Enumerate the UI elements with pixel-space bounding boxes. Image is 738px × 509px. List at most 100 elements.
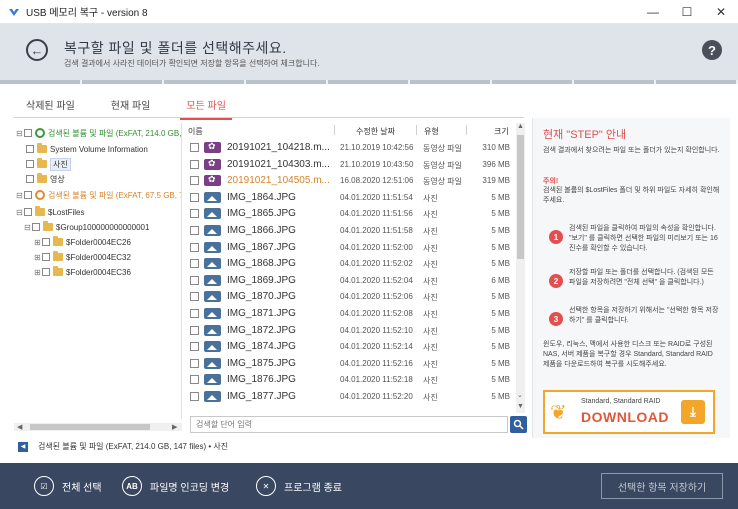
table-row[interactable]: IMG_1866.JPG 04.01.2020 11:51:58 사진 5 MB bbox=[184, 222, 514, 239]
select-all-button[interactable]: ☑ 전체 선택 bbox=[34, 476, 102, 496]
row-checkbox[interactable] bbox=[190, 209, 199, 219]
row-checkbox[interactable] bbox=[190, 259, 199, 269]
table-row[interactable]: IMG_1877.JPG 04.01.2020 11:52:20 사진 5 MB bbox=[184, 388, 514, 405]
file-date: 04.01.2020 11:52:02 bbox=[340, 259, 413, 269]
row-checkbox[interactable] bbox=[190, 342, 199, 352]
tree-item-volume2[interactable]: ⊟ 검색된 볼륨 및 파일 (ExFAT, 67.5 GB, 7 bbox=[16, 188, 182, 202]
table-row[interactable]: IMG_1864.JPG 04.01.2020 11:51:54 사진 5 MB bbox=[184, 189, 514, 206]
tree-item-folder[interactable]: ⊞ $Folder0004EC26 bbox=[34, 235, 131, 249]
table-row[interactable]: IMG_1869.JPG 04.01.2020 11:52:04 사진 6 MB bbox=[184, 272, 514, 289]
exit-button[interactable]: ✕ 프로그램 종료 bbox=[256, 476, 342, 496]
tree-checkbox[interactable] bbox=[42, 238, 50, 246]
row-checkbox[interactable] bbox=[190, 325, 199, 335]
tree-checkbox[interactable] bbox=[24, 191, 32, 199]
table-row[interactable]: IMG_1871.JPG 04.01.2020 11:52:08 사진 5 MB bbox=[184, 305, 514, 322]
row-checkbox[interactable] bbox=[190, 143, 199, 152]
collapse-icon[interactable]: ⊟ bbox=[16, 208, 23, 217]
close-button[interactable]: ✕ bbox=[704, 0, 738, 24]
file-name: IMG_1864.JPG bbox=[227, 191, 296, 203]
collapse-panel-icon[interactable]: ◀ bbox=[18, 441, 28, 452]
tree-checkbox[interactable] bbox=[32, 223, 40, 231]
back-button[interactable]: ← bbox=[26, 39, 48, 61]
scroll-down-icon[interactable]: ⌄ bbox=[517, 391, 523, 399]
table-row[interactable]: IMG_1874.JPG 04.01.2020 11:52:14 사진 5 MB bbox=[184, 338, 514, 355]
table-row[interactable]: 20191021_104505.m... 16.08.2020 12:51:06 동… bbox=[184, 172, 514, 189]
file-name: 20191021_104505.m... bbox=[227, 175, 330, 187]
tree-item-photo[interactable]: 사진 bbox=[26, 157, 71, 171]
column-name[interactable]: 이름 bbox=[188, 126, 203, 137]
file-date: 04.01.2020 11:52:04 bbox=[340, 275, 413, 285]
row-checkbox[interactable] bbox=[190, 159, 199, 169]
tree-checkbox[interactable] bbox=[42, 253, 50, 261]
tree-checkbox[interactable] bbox=[42, 268, 50, 276]
column-date[interactable]: 수정한 날짜 bbox=[356, 126, 395, 137]
tree-item-folder[interactable]: ⊞ $Folder0004EC32 bbox=[34, 250, 131, 264]
tree-item-label: 검색된 볼륨 및 파일 (ExFAT, 67.5 GB, 7 bbox=[48, 190, 182, 200]
tree-item-volume1[interactable]: ⊟ 검색된 볼륨 및 파일 (ExFAT, 214.0 GB, 147 file… bbox=[16, 126, 181, 140]
scroll-left-icon[interactable]: ◀ bbox=[17, 423, 22, 431]
row-checkbox[interactable] bbox=[190, 242, 199, 252]
scroll-down-icon[interactable]: ▼ bbox=[517, 403, 524, 410]
maximize-button[interactable]: ☐ bbox=[670, 0, 704, 24]
row-checkbox[interactable] bbox=[190, 192, 199, 202]
row-checkbox[interactable] bbox=[190, 275, 199, 285]
table-row[interactable]: IMG_1876.JPG 04.01.2020 11:52:18 사진 5 MB bbox=[184, 371, 514, 388]
collapse-icon[interactable]: ⊟ bbox=[24, 223, 31, 232]
file-date: 04.01.2020 11:52:06 bbox=[340, 292, 413, 302]
minimize-button[interactable]: — bbox=[636, 0, 670, 24]
row-checkbox[interactable] bbox=[190, 392, 199, 401]
scrollbar-thumb[interactable] bbox=[30, 424, 150, 430]
file-type: 사진 bbox=[423, 326, 438, 336]
search-input[interactable] bbox=[190, 416, 508, 433]
row-checkbox[interactable] bbox=[190, 176, 199, 186]
file-size: 5 MB bbox=[491, 325, 510, 335]
tree-item-group[interactable]: ⊟ $Group100000000000001 bbox=[24, 220, 149, 234]
file-type: 사진 bbox=[423, 376, 438, 386]
tree-checkbox[interactable] bbox=[24, 129, 32, 137]
table-row[interactable]: IMG_1870.JPG 04.01.2020 11:52:06 사진 5 MB bbox=[184, 288, 514, 305]
save-selected-button[interactable]: 선택한 항목 저장하기 bbox=[601, 473, 723, 499]
encoding-button[interactable]: AB 파일명 인코딩 변경 bbox=[122, 476, 229, 496]
expand-icon[interactable]: ⊞ bbox=[34, 238, 41, 247]
tree-horizontal-scrollbar[interactable]: ◀ ▶ bbox=[14, 423, 182, 431]
row-checkbox[interactable] bbox=[190, 226, 199, 235]
tree-checkbox[interactable] bbox=[26, 175, 34, 183]
tree-checkbox[interactable] bbox=[24, 208, 32, 216]
row-checkbox[interactable] bbox=[190, 358, 199, 368]
tree-checkbox[interactable] bbox=[26, 145, 34, 153]
row-checkbox[interactable] bbox=[190, 375, 199, 385]
standard-download-banner[interactable]: ❦ Standard, Standard RAID DOWNLOAD ⤓ bbox=[543, 390, 715, 434]
scroll-up-icon[interactable]: ▲ bbox=[517, 123, 524, 130]
table-row[interactable]: IMG_1865.JPG 04.01.2020 11:51:56 사진 5 MB bbox=[184, 205, 514, 222]
image-file-icon bbox=[204, 225, 221, 236]
expand-icon[interactable]: ⊞ bbox=[34, 253, 41, 262]
table-row[interactable]: IMG_1867.JPG 04.01.2020 11:52:00 사진 5 MB bbox=[184, 239, 514, 256]
scroll-right-icon[interactable]: ▶ bbox=[172, 423, 177, 431]
step-3-icon: 3 bbox=[549, 312, 563, 326]
collapse-icon[interactable]: ⊟ bbox=[16, 129, 23, 138]
help-button[interactable]: ? bbox=[702, 40, 722, 60]
expand-icon[interactable]: ⊞ bbox=[34, 268, 41, 277]
file-size: 5 MB bbox=[491, 192, 510, 202]
scrollbar-thumb[interactable] bbox=[517, 135, 524, 259]
search-button[interactable] bbox=[510, 416, 527, 433]
table-row[interactable]: IMG_1868.JPG 04.01.2020 11:52:02 사진 5 MB bbox=[184, 255, 514, 272]
table-row[interactable]: IMG_1872.JPG 04.01.2020 11:52:10 사진 5 MB bbox=[184, 322, 514, 339]
tree-checkbox[interactable] bbox=[26, 160, 34, 168]
tree-item-folder[interactable]: ⊞ $Folder0004EC36 bbox=[34, 265, 131, 279]
file-list-scrollbar[interactable]: ▲ ⌄ ▼ bbox=[516, 123, 525, 413]
tree-item-lostfiles[interactable]: ⊟ $LostFiles bbox=[16, 205, 84, 219]
collapse-icon[interactable]: ⊟ bbox=[16, 191, 23, 200]
row-checkbox[interactable] bbox=[190, 292, 199, 302]
table-row[interactable]: 20191021_104303.m... 21.10.2019 10:43:50 동… bbox=[184, 156, 514, 173]
file-date: 04.01.2020 11:52:14 bbox=[340, 342, 413, 352]
file-list: 이름 수정한 날짜 유형 크기 20191021_104218.m... 21.1… bbox=[184, 123, 524, 413]
row-checkbox[interactable] bbox=[190, 309, 199, 318]
tree-item-video[interactable]: 영상 bbox=[26, 172, 65, 186]
tree-item-system-volume[interactable]: System Volume Information bbox=[26, 142, 148, 156]
table-row[interactable]: 20191021_104218.m... 21.10.2019 10:42:56 동… bbox=[184, 139, 514, 156]
file-type: 사진 bbox=[423, 227, 438, 236]
column-type[interactable]: 유형 bbox=[424, 126, 439, 137]
column-size[interactable]: 크기 bbox=[494, 126, 509, 137]
table-row[interactable]: IMG_1875.JPG 04.01.2020 11:52:16 사진 5 MB bbox=[184, 355, 514, 372]
